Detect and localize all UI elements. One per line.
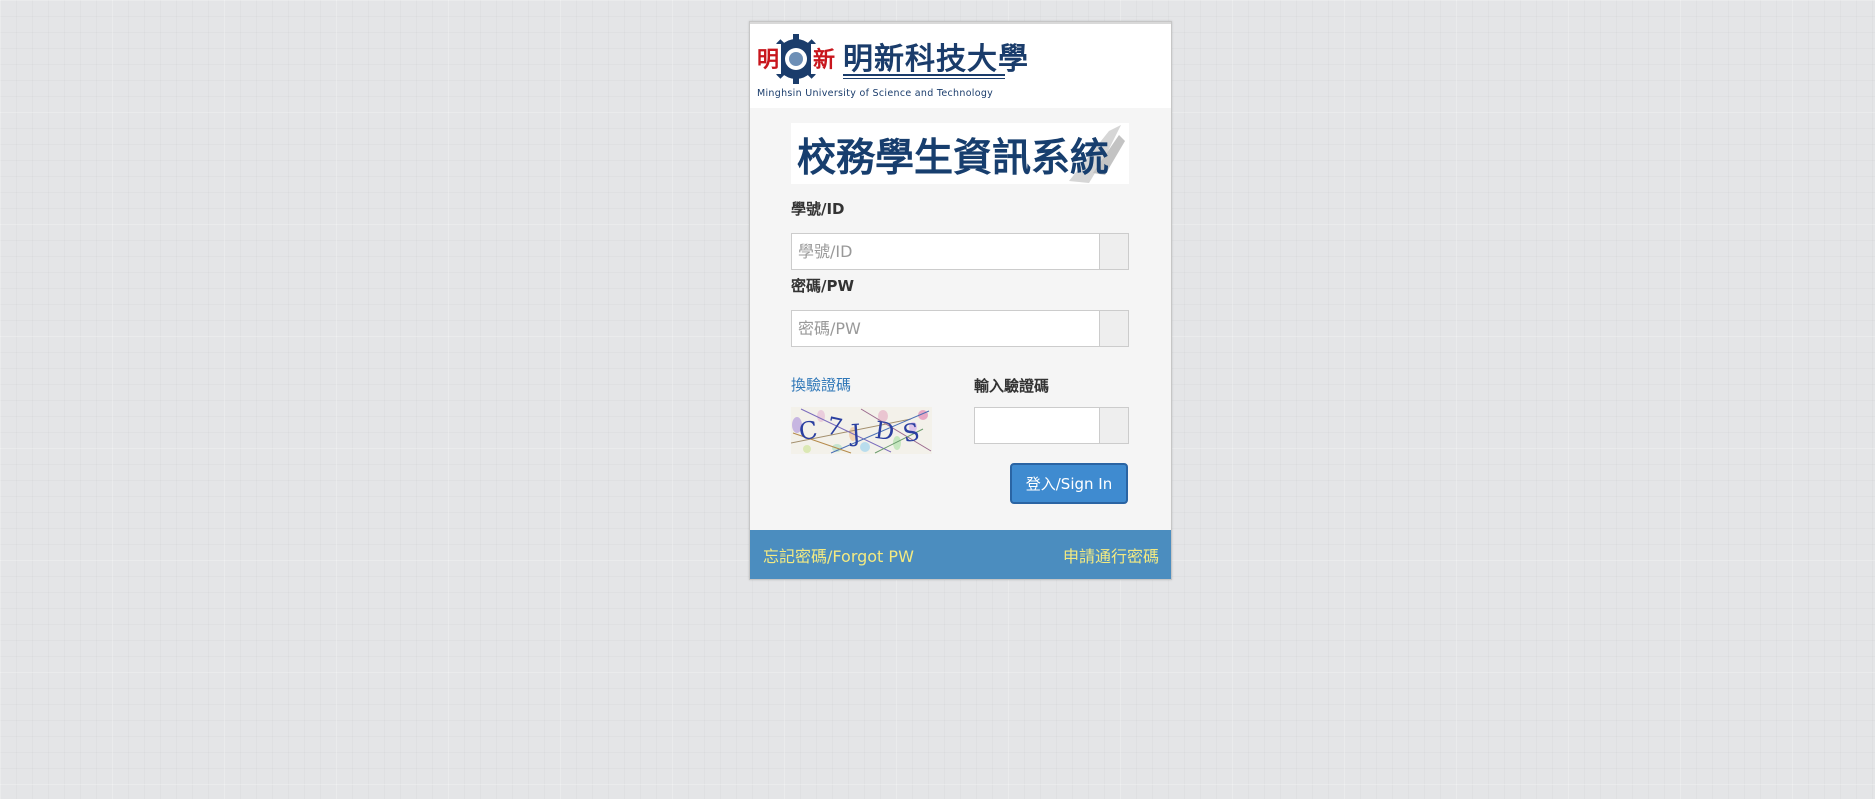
system-title-banner: 校務學生資訊系統: [791, 123, 1129, 184]
id-input[interactable]: [792, 234, 1099, 269]
captcha-input-label: 輸入驗證碼: [974, 377, 1050, 395]
svg-text:C: C: [797, 416, 819, 446]
login-panel: 明 新 明新科技大學 Minghsin University of Scienc…: [749, 21, 1172, 580]
logo-rule: [843, 78, 1005, 79]
system-title: 校務學生資訊系統: [797, 135, 1110, 181]
captcha-field[interactable]: [974, 407, 1129, 444]
captcha-input-addon: [1099, 408, 1128, 443]
captcha-input[interactable]: [975, 408, 1099, 443]
pw-label: 密碼/PW: [791, 277, 855, 295]
id-label: 學號/ID: [791, 200, 845, 218]
refresh-captcha-link[interactable]: 換驗證碼: [791, 374, 851, 395]
pw-field[interactable]: [791, 310, 1129, 347]
id-input-addon: [1099, 234, 1128, 269]
school-name-zh: 明新科技大學: [843, 42, 1029, 77]
header: 明 新 明新科技大學 Minghsin University of Scienc…: [750, 22, 1171, 108]
logo-seal-left-char: 明: [757, 47, 779, 73]
university-logo: 明 新 明新科技大學 Minghsin University of Scienc…: [755, 30, 1028, 102]
footer-bar: 忘記密碼/Forgot PW 申請通行密碼: [750, 530, 1171, 579]
sign-in-button[interactable]: 登入/Sign In: [1010, 463, 1128, 504]
pw-input[interactable]: [792, 311, 1099, 346]
forgot-password-link[interactable]: 忘記密碼/Forgot PW: [763, 543, 914, 567]
captcha-image: C 7 J D S: [791, 407, 932, 454]
gear-seal-icon: 明 新: [755, 34, 837, 84]
logo-rule: [843, 74, 1005, 76]
logo-seal-right-char: 新: [813, 47, 835, 73]
apply-password-link[interactable]: 申請通行密碼: [1063, 543, 1159, 567]
id-field[interactable]: [791, 233, 1129, 270]
school-name-en: Minghsin University of Science and Techn…: [757, 88, 994, 99]
pw-input-addon: [1099, 311, 1128, 346]
svg-text:D: D: [873, 416, 896, 446]
